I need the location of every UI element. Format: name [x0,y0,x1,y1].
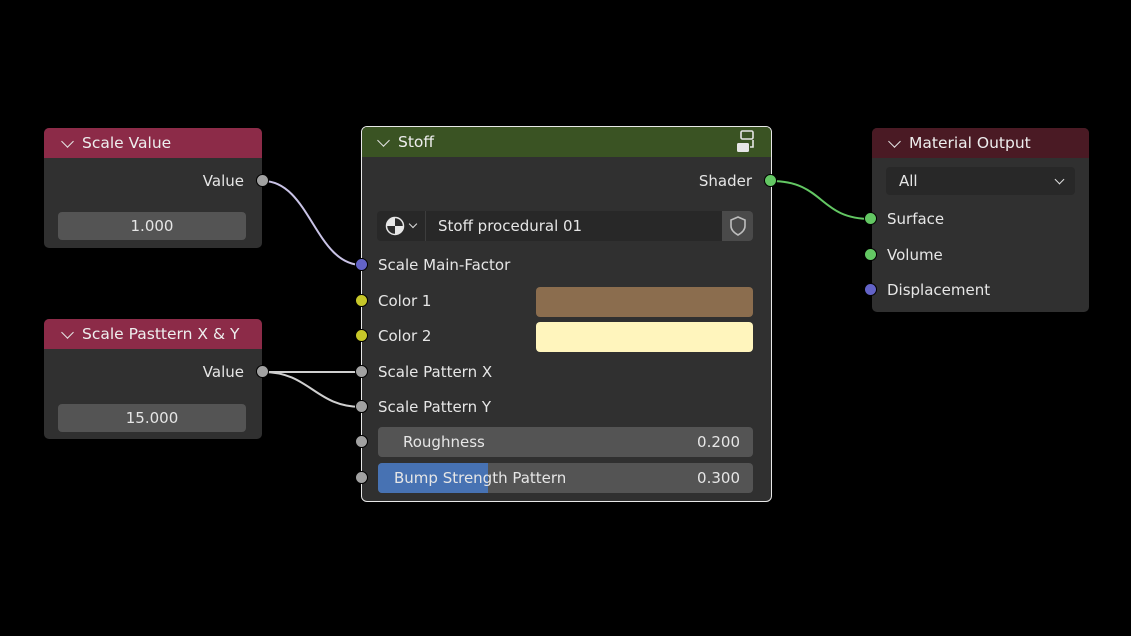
output-socket-shader[interactable] [764,174,777,187]
output-socket-value[interactable] [256,174,269,187]
shield-icon [730,216,746,236]
input-label-surface: Surface [887,210,945,228]
target-dropdown[interactable]: All [886,167,1075,195]
input-socket-color1[interactable] [355,294,368,307]
input-socket-scale-main[interactable] [355,258,368,271]
node-scale-pattern[interactable]: Scale Pasttern X & Y Value 15.000 [44,319,262,439]
link-scale-value-to-main-factor[interactable] [262,180,363,266]
datablock-selector[interactable]: Stoff procedural 01 [377,211,753,241]
node-header[interactable]: Scale Value [44,128,262,158]
output-label: Value [202,172,244,190]
input-socket-color2[interactable] [355,329,368,342]
node-header[interactable]: Stoff [362,127,771,157]
output-socket-value[interactable] [256,365,269,378]
datablock-type-button[interactable] [377,211,426,241]
input-socket-bump[interactable] [355,471,368,484]
input-label-scale-x: Scale Pattern X [378,363,493,381]
value-field[interactable]: 15.000 [58,404,246,432]
input-label-volume: Volume [887,246,943,264]
input-socket-displacement[interactable] [864,283,877,296]
output-label-shader: Shader [698,172,752,190]
bump-strength-slider[interactable]: Bump Strength Pattern 0.300 [378,463,753,493]
roughness-label: Roughness [403,433,485,451]
node-stoff[interactable]: Stoff Shader Stoff procedural 01 Scale M… [361,126,772,502]
roughness-value: 0.200 [697,433,740,451]
color1-swatch[interactable] [536,287,753,317]
link-shader-to-surface[interactable] [770,180,872,220]
input-label-color1: Color 1 [378,292,432,310]
node-title: Scale Pasttern X & Y [82,325,240,343]
color2-swatch[interactable] [536,322,753,352]
node-group-icon[interactable] [736,130,758,154]
node-title: Scale Value [82,134,172,152]
chevron-down-icon[interactable] [377,133,390,147]
material-sphere-icon [385,216,405,236]
node-header[interactable]: Material Output [872,128,1089,158]
input-socket-scale-y[interactable] [355,400,368,413]
bump-strength-label: Bump Strength Pattern [394,469,567,487]
chevron-down-icon[interactable] [61,134,74,148]
link-pattern-to-scale-y[interactable] [262,371,363,408]
chevron-down-icon[interactable] [61,325,74,339]
value-field[interactable]: 1.000 [58,212,246,240]
node-title: Material Output [909,134,1031,152]
input-socket-volume[interactable] [864,248,877,261]
bump-strength-value: 0.300 [697,469,740,487]
node-scale-value[interactable]: Scale Value Value 1.000 [44,128,262,248]
input-label-scale-main: Scale Main-Factor [378,256,511,274]
datablock-name[interactable]: Stoff procedural 01 [438,211,582,241]
fake-user-button[interactable] [722,211,753,241]
input-socket-scale-x[interactable] [355,365,368,378]
input-socket-surface[interactable] [864,212,877,225]
node-header[interactable]: Scale Pasttern X & Y [44,319,262,349]
chevron-down-icon [408,219,418,229]
chevron-down-icon [1054,174,1065,185]
node-material-output[interactable]: Material Output All Surface Volume Displ… [872,128,1089,312]
input-label-scale-y: Scale Pattern Y [378,398,492,416]
chevron-down-icon[interactable] [888,134,901,148]
output-label: Value [202,363,244,381]
target-dropdown-value: All [899,172,918,190]
roughness-slider[interactable]: Roughness 0.200 [378,427,753,457]
input-socket-roughness[interactable] [355,435,368,448]
input-label-displacement: Displacement [887,281,991,299]
node-title: Stoff [398,133,435,151]
input-label-color2: Color 2 [378,327,432,345]
